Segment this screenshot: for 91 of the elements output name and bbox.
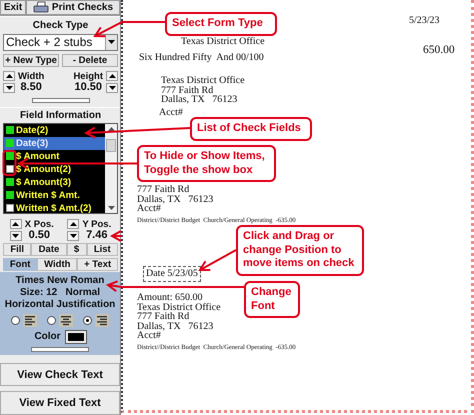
radio-button[interactable] [11,316,20,325]
caret-up-icon [12,222,20,226]
field-value: 10.50 [74,82,102,93]
tab[interactable]: List [86,242,118,256]
stub-text: 777 Faith Rd Dallas, TX 76123 Acct# [137,185,214,214]
new-type-button[interactable]: + New Type [3,54,59,67]
show-checkbox[interactable] [6,165,14,174]
highlight-outline [2,150,16,176]
align-right-icon [95,314,109,327]
caret-up-icon [6,74,12,78]
print-checks-button[interactable]: Print Checks [26,0,120,15]
field-value: 8.50 [20,82,42,93]
field-label: X Pos. [24,218,54,230]
spin-down-button[interactable] [67,230,80,241]
scrollbar[interactable] [105,124,117,213]
exit-button[interactable]: Exit [0,0,26,15]
view-text-button[interactable]: View Fixed Text [0,391,120,415]
pointer-arrow [110,230,122,242]
spin-down-button[interactable] [106,82,118,93]
callout-label: List of Check Fields [190,117,312,140]
show-checkbox[interactable] [6,152,14,160]
selected-field[interactable]: Date 5/23/05 [143,266,201,282]
show-checkbox[interactable] [6,178,14,186]
caret-down-icon [12,234,20,238]
field-list-item[interactable]: Date(3) [4,136,105,150]
spin-down-button[interactable] [3,82,15,93]
spin-up-button[interactable] [10,218,22,229]
dropdown-arrow-icon [108,40,115,44]
show-checkbox[interactable] [6,204,14,212]
slider-bar[interactable] [31,346,89,352]
field-list-item[interactable]: Written $ Amt. [4,188,105,202]
field-list-item[interactable]: Date(2) [4,124,105,137]
tab[interactable]: $ [66,242,86,256]
written-amount: Six Hundred Fifty And 00/100 [139,53,264,63]
scroll-thumb[interactable] [106,138,116,152]
font-name: Times New Roman [16,274,104,286]
field-list-item[interactable]: $ Amount(2) [4,162,105,176]
pointer-arrow [198,249,236,271]
scroll-down-icon [108,206,114,210]
delete-button[interactable]: - Delete [62,54,118,67]
address-text: Texas District Office 777 Faith Rd Dallas, TX 76123 [161,76,245,105]
field-list-item[interactable]: $ Amount [4,150,105,163]
tab[interactable]: Font [3,258,38,271]
caret-up-icon [70,222,77,226]
radio-button[interactable] [83,316,92,325]
caret-down-icon [108,86,116,90]
callout-label: Change Font [244,281,300,318]
printer-icon [32,1,49,14]
spin-up-button[interactable] [3,70,15,81]
show-checkbox[interactable] [6,191,14,200]
font-size: Size: 12 Normal [20,286,100,298]
radio-button[interactable] [47,316,56,325]
justification-label: Horizontal Justification [4,298,116,310]
spin-up-button[interactable] [67,218,80,229]
field-list-item[interactable]: $ Amount(3) [4,176,105,189]
pointer-arrow [93,21,165,38]
align-center-icon [59,314,73,327]
tab[interactable]: Width [37,258,78,271]
view-text-button[interactable]: View Check Text [0,362,120,386]
field-label: Height [73,70,103,82]
align-left-icon [23,314,37,327]
field-label: Y Pos. [82,218,112,230]
field-value: 0.50 [28,230,50,241]
caret-up-icon [108,74,116,78]
spin-up-button[interactable] [106,70,118,81]
field-list-item[interactable]: Written $ Amt.(2) [4,202,105,213]
scroll-up-icon [108,126,114,131]
section-title: Check Type [32,20,90,32]
callout-label: Select Form Type [165,12,277,36]
caret-down-icon [70,234,77,238]
slider-bar[interactable] [32,98,90,103]
stub-text: Amount: 650.00 Texas District Office 777 Faith Rd Dallas, TX 76123 Acct# [137,293,221,341]
color-label: Color [34,331,61,342]
callout-label: Click and Drag or change Position to move items on check [236,225,364,276]
payee-name: Texas District Office [181,37,265,47]
show-checkbox[interactable] [6,126,14,134]
check-type-dropdown[interactable]: Check + 2 stubs [3,34,118,51]
check-date: 5/23/23 [409,16,440,26]
tab[interactable]: Fill [3,242,32,256]
field-value: 7.46 [86,230,108,241]
account-label: Acct# [159,108,183,118]
tab[interactable]: + Text [77,258,118,271]
tab[interactable]: Date [31,242,67,256]
check-amount: 650.00 [423,45,455,55]
callout-label: To Hide or Show Items, Toggle the show box [137,145,276,182]
caret-down-icon [6,86,12,90]
show-checkbox[interactable] [6,139,14,148]
section-title: Field Information [18,110,102,122]
field-label: Width [18,70,44,82]
spin-down-button[interactable] [10,230,22,241]
color-swatch[interactable] [66,330,86,343]
